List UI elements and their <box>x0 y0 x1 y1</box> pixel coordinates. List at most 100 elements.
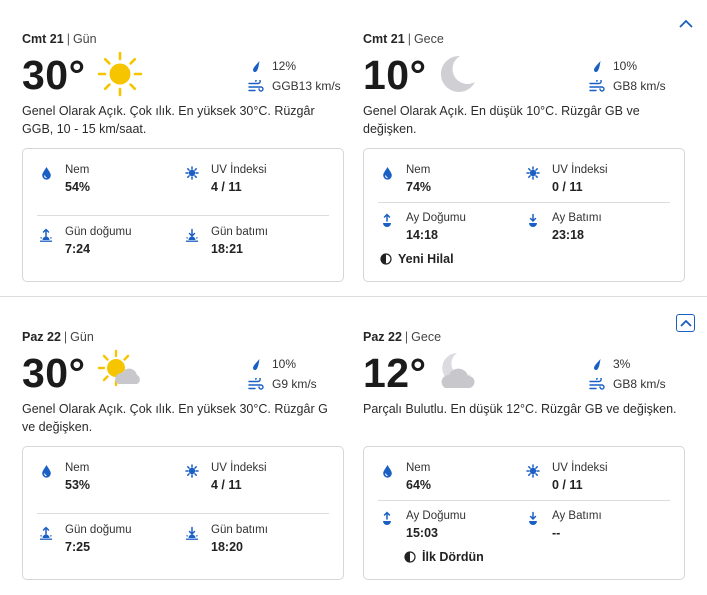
sunset-label: Gün batımı <box>211 524 268 536</box>
uv-value: 0 / 11 <box>552 180 583 194</box>
uv-icon <box>185 165 199 181</box>
wind-value: GB8 km/s <box>613 377 666 391</box>
uv-label: UV İndeksi <box>552 462 608 474</box>
wind-icon <box>589 377 605 391</box>
temperature: 12° <box>363 350 427 396</box>
forecast-narrative: Genel Olarak Açık. Çok ılık. En yüksek 3… <box>22 402 328 434</box>
humidity-label: Nem <box>406 164 431 176</box>
moon-phase-icon <box>380 253 392 265</box>
moonrise: Ay Doğumu 15:03 <box>380 510 520 550</box>
humidity-icon <box>380 463 394 479</box>
period-label: Gece <box>413 32 444 46</box>
divider <box>37 215 329 216</box>
humidity: Nem 64% <box>380 462 520 502</box>
precipitation: 10% <box>248 355 296 373</box>
divider <box>378 500 670 501</box>
moonset: Ay Batımı 23:18 <box>526 212 666 252</box>
moon-phase: İlk Dördün <box>404 549 484 565</box>
moonset-value: 23:18 <box>552 228 584 242</box>
uv-label: UV İndeksi <box>211 164 267 176</box>
uv-label: UV İndeksi <box>211 462 267 474</box>
wind-value: GGB13 km/s <box>272 79 341 93</box>
period-label: Gece <box>411 330 442 344</box>
temperature: 30° <box>22 350 86 396</box>
period-label: Gün <box>70 330 94 344</box>
forecast-narrative: Parçalı Bulutlu. En düşük 12°C. Rüzgâr G… <box>363 402 677 416</box>
section-divider <box>0 296 707 297</box>
humidity-label: Nem <box>65 164 90 176</box>
humidity: Nem 53% <box>39 462 179 502</box>
precip-value: 10% <box>613 59 638 73</box>
humidity-icon <box>39 463 53 479</box>
sunset-icon <box>185 227 199 243</box>
moon-phase-icon <box>404 551 416 563</box>
uv-index: UV İndeksi 4 / 11 <box>185 462 325 502</box>
divider <box>378 202 670 203</box>
precipitation: 12% <box>248 57 296 75</box>
sunset: Gün batımı 18:21 <box>185 226 325 266</box>
uv-label: UV İndeksi <box>552 164 608 176</box>
moon-phase-label: Yeni Hilal <box>398 252 454 266</box>
night-panel: Paz 22 | Gece 12° 3% GB8 km/s Parçalı Bulu… <box>363 298 693 595</box>
wind-icon <box>248 79 264 93</box>
uv-icon <box>526 463 540 479</box>
raindrop-icon <box>589 59 605 73</box>
moonrise-label: Ay Doğumu <box>406 212 466 224</box>
uv-icon <box>185 463 199 479</box>
humidity: Nem 74% <box>380 164 520 204</box>
sunrise-icon <box>39 525 53 541</box>
sunset-icon <box>185 525 199 541</box>
humidity-value: 74% <box>406 180 432 194</box>
moonrise: Ay Doğumu 14:18 <box>380 212 520 252</box>
wind: GB8 km/s <box>589 77 666 95</box>
moonset-icon <box>526 213 540 229</box>
sunrise-icon <box>39 227 53 243</box>
uv-value: 0 / 11 <box>552 478 583 492</box>
sunrise-value: 7:24 <box>65 242 91 256</box>
sunrise-value: 7:25 <box>65 540 91 554</box>
moonset-icon <box>526 511 540 527</box>
humidity-icon <box>39 165 53 181</box>
humidity-label: Nem <box>406 462 431 474</box>
details-card: Nem 54% UV İndeksi 4 / 11 Gün doğumu 7:2… <box>22 148 344 282</box>
period-header: Paz 22 | Gün <box>22 330 94 344</box>
precipitation: 10% <box>589 57 637 75</box>
details-card: Nem 53% UV İndeksi 4 / 11 Gün doğumu 7:2… <box>22 446 344 580</box>
wind-icon <box>589 79 605 93</box>
raindrop-icon <box>248 357 264 371</box>
precip-value: 3% <box>613 357 631 371</box>
date-label: Paz 22 <box>363 330 402 344</box>
day-panel: Cmt 21 | Gün 30° 12% GGB13 km/s Genel Olar… <box>22 0 352 297</box>
moonrise-icon <box>380 511 394 527</box>
divider <box>37 513 329 514</box>
sun-icon <box>97 51 143 97</box>
details-card: Nem 64% UV İndeksi 0 / 11 Ay Doğumu 15:0… <box>363 446 685 580</box>
sunset: Gün batımı 18:20 <box>185 524 325 564</box>
date-label: Cmt 21 <box>22 32 64 46</box>
raindrop-icon <box>248 59 264 73</box>
partly-sunny-icon <box>97 349 140 387</box>
period-label: Gün <box>72 32 97 46</box>
wind-value: G9 km/s <box>272 377 317 391</box>
moonset-value: -- <box>552 526 561 540</box>
wind: GB8 km/s <box>589 375 666 393</box>
moon-phase-label: İlk Dördün <box>422 550 484 564</box>
uv-index: UV İndeksi 0 / 11 <box>526 462 666 502</box>
uv-index: UV İndeksi 4 / 11 <box>185 164 325 204</box>
period-header: Cmt 21 | Gece <box>363 32 444 46</box>
night-panel: Cmt 21 | Gece 10° 10% GB8 km/s Genel Olara… <box>363 0 693 297</box>
sunrise-label: Gün doğumu <box>65 524 132 536</box>
day-section-sat: Cmt 21 | Gün 30° 12% GGB13 km/s Genel Olar… <box>0 0 707 297</box>
humidity: Nem 54% <box>39 164 179 204</box>
date-label: Paz 22 <box>22 330 61 344</box>
temperature: 10° <box>363 52 427 98</box>
separator: | <box>63 330 68 344</box>
wind-value: GB8 km/s <box>613 79 666 93</box>
period-header: Paz 22 | Gece <box>363 330 441 344</box>
moonrise-value: 14:18 <box>406 228 438 242</box>
details-card: Nem 74% UV İndeksi 0 / 11 Ay Doğumu 14:1… <box>363 148 685 282</box>
wind: G9 km/s <box>248 375 317 393</box>
temperature: 30° <box>22 52 86 98</box>
period-header: Cmt 21 | Gün <box>22 32 97 46</box>
humidity-value: 53% <box>65 478 91 492</box>
